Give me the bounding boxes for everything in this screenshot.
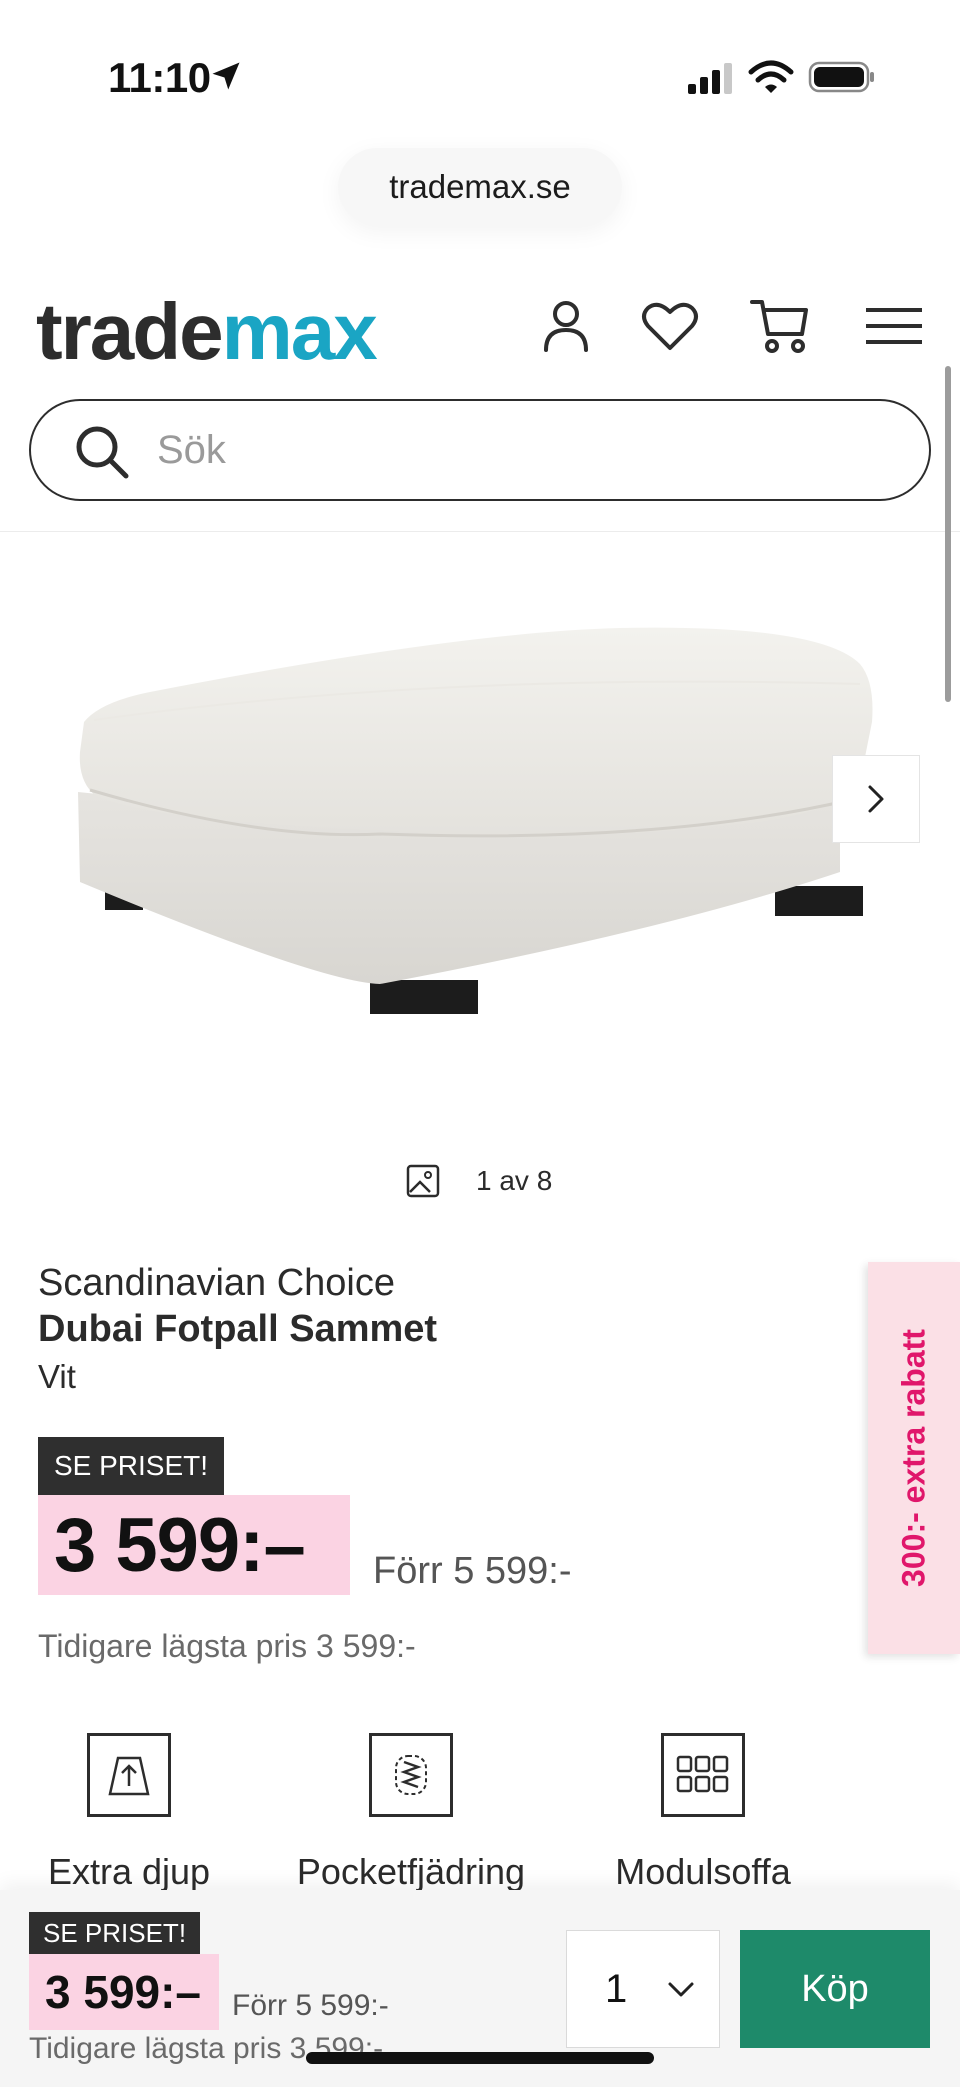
feature-label: Extra djup xyxy=(47,1851,211,1892)
price-badge: SE PRISET! xyxy=(38,1437,225,1495)
product-variant: Vit xyxy=(38,1358,76,1395)
browser-url-bar[interactable]: trademax.se xyxy=(338,148,622,226)
heart-icon[interactable] xyxy=(638,294,702,358)
product-image-gallery[interactable] xyxy=(0,532,960,1172)
quantity-select[interactable]: 1 xyxy=(566,1930,720,2048)
search-icon[interactable] xyxy=(71,421,133,483)
account-icon[interactable] xyxy=(534,294,598,358)
pocket-spring-icon xyxy=(369,1733,453,1817)
search-input[interactable] xyxy=(157,413,897,487)
footer-old-price: Förr 5 599:- xyxy=(232,1989,389,2022)
product-price: 3 599:– xyxy=(38,1495,350,1595)
feature-extra-depth: Extra djup xyxy=(14,1733,244,1893)
footer-price-badge: SE PRISET! xyxy=(29,1912,201,1954)
feature-modular-sofa: Modulsoffa xyxy=(588,1733,818,1893)
chevron-down-icon xyxy=(668,1982,694,1997)
extra-depth-icon xyxy=(87,1733,171,1817)
extra-discount-label: 300:- extra rabatt xyxy=(895,1329,932,1587)
product-name: Dubai Fotpall Sammet xyxy=(38,1308,438,1350)
status-bar: 11:10 xyxy=(0,0,960,150)
gallery-counter: 1 av 8 xyxy=(406,1164,552,1198)
product-image xyxy=(78,627,873,1014)
logo-text-trade: trade xyxy=(36,287,224,376)
modular-sofa-icon xyxy=(661,1733,745,1817)
home-indicator[interactable] xyxy=(306,2052,654,2064)
status-time: 11:10 xyxy=(108,54,211,101)
wifi-icon xyxy=(748,60,794,93)
feature-label: Pocketfjädring xyxy=(296,1851,526,1892)
location-arrow-icon xyxy=(212,62,240,90)
product-lowest-price: Tidigare lägsta pris 3 599:- xyxy=(38,1628,416,1664)
footer-price: 3 599:– xyxy=(29,1954,219,2030)
cellular-signal-icon xyxy=(688,63,732,94)
cart-icon[interactable] xyxy=(748,294,812,358)
gallery-counter-text: 1 av 8 xyxy=(476,1165,553,1196)
trademax-logo[interactable]: trademax xyxy=(36,282,378,382)
extra-discount-tab[interactable]: 300:- extra rabatt xyxy=(868,1262,960,1654)
search-bar[interactable] xyxy=(29,399,931,501)
image-icon xyxy=(406,1164,440,1198)
quantity-value: 1 xyxy=(605,1966,628,2011)
buy-button[interactable]: Köp xyxy=(740,1930,930,2048)
product-brand[interactable]: Scandinavian Choice xyxy=(38,1262,395,1305)
logo-text-max: max xyxy=(221,287,378,376)
menu-icon[interactable] xyxy=(862,294,926,358)
chevron-right-icon xyxy=(868,785,884,813)
product-old-price: Förr 5 599:- xyxy=(373,1550,572,1592)
battery-icon xyxy=(808,61,874,93)
feature-label: Modulsoffa xyxy=(615,1851,791,1892)
gallery-next-button[interactable] xyxy=(832,755,920,843)
feature-pocket-spring: Pocketfjädring xyxy=(296,1733,526,1893)
